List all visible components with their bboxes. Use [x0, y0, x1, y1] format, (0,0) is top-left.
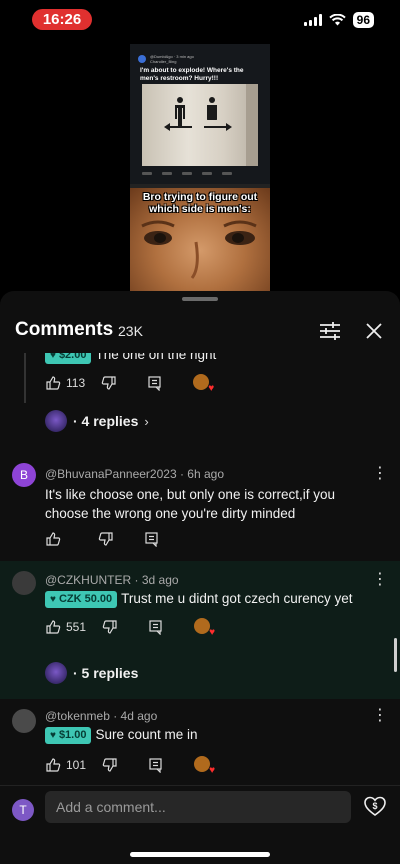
thumbs-up-icon: [46, 532, 61, 546]
svg-text:$: $: [372, 801, 377, 811]
cellular-signal-icon: [303, 14, 322, 26]
battery-indicator: 96: [352, 12, 374, 28]
creator-heart: ♥: [193, 374, 214, 394]
thumbs-down-icon: [102, 758, 117, 772]
thumbs-down-icon: [98, 532, 113, 546]
comment-meta: @CZKHUNTER · 3d ago: [45, 573, 179, 587]
dislike-button[interactable]: [101, 375, 117, 391]
meme-caption: Bro trying to figure out which side is m…: [142, 191, 258, 215]
status-icons: 96: [303, 12, 374, 28]
heart-dollar-icon: $: [364, 796, 386, 816]
comment-actions: 101 ♥: [45, 755, 215, 776]
avatar[interactable]: [12, 571, 36, 595]
reply-icon: [148, 376, 161, 391]
comment-meta: @tokenmeb · 4d ago: [45, 709, 158, 723]
reply-button[interactable]: [147, 375, 163, 391]
tweet-text: I'm about to explode! Where's the men's …: [140, 67, 244, 82]
comment-input[interactable]: [45, 791, 351, 823]
tweet-user: Chandler_Bing: [150, 59, 177, 64]
more-options-icon[interactable]: ⋮: [372, 707, 388, 725]
reply-avatar: [45, 662, 67, 684]
thumbs-down-icon: [102, 620, 117, 634]
status-bar: 16:26 96: [0, 0, 400, 40]
like-count: 551: [66, 620, 87, 634]
comment-composer: T $: [0, 785, 400, 840]
comments-sheet: Comments 23K ♥$2.00The one on the righ: [0, 291, 400, 864]
like-count: 101: [66, 758, 87, 772]
avatar[interactable]: B: [12, 463, 36, 487]
dislike-button[interactable]: [102, 619, 118, 635]
filter-button[interactable]: [316, 317, 344, 345]
thumbs-down-icon: [101, 376, 116, 390]
reply-icon: [149, 758, 162, 773]
sliders-icon: [320, 322, 340, 340]
comments-list[interactable]: ♥ $2.00 The one on the right 113 ♥ · 4 r…: [0, 353, 400, 785]
comment-body: ♥ CZK 50.00 Trust me u didnt got czech cur…: [45, 589, 355, 608]
replies-label: · 5 replies: [73, 665, 139, 681]
comment-body: ♥ $2.00 The one on the right: [45, 353, 355, 364]
scrollbar[interactable]: [394, 638, 397, 672]
thumbs-up-icon: [46, 376, 61, 390]
close-icon: [366, 323, 382, 339]
comments-header: Comments 23K: [0, 311, 400, 351]
dislike-button[interactable]: [98, 531, 114, 547]
like-button[interactable]: 551: [45, 619, 86, 635]
replies-label: · 4 replies: [73, 413, 139, 429]
comment-body: ♥ $1.00 Sure count me in: [45, 725, 355, 744]
avatar[interactable]: [12, 709, 36, 733]
thumbs-up-icon: [46, 620, 61, 634]
comment-text: Sure count me in: [95, 727, 198, 742]
comment-actions: 113 ♥: [45, 373, 214, 394]
chevron-right-icon: ›: [144, 413, 149, 429]
like-count: 113: [66, 376, 86, 390]
comment-meta: @BhuvanaPanneer2023 · 6h ago: [45, 467, 224, 481]
reply-button[interactable]: [148, 757, 164, 773]
tweet-screenshot: @DumbAlgo · 3 min ago Chandler_Bing I'm …: [130, 44, 270, 184]
comment-item-highlighted: @CZKHUNTER · 3d ago ⋮ ♥ CZK 50.00 Trust me…: [0, 561, 400, 699]
comment-text: The one on the right: [95, 353, 217, 362]
super-thanks-badge: ♥ $2.00: [45, 353, 92, 364]
tweet-header: @DumbAlgo · 3 min ago Chandler_Bing: [138, 54, 194, 64]
tweet-avatar: [138, 55, 146, 63]
like-button[interactable]: 101: [45, 757, 86, 773]
view-replies-button[interactable]: · 5 replies: [45, 661, 138, 685]
comment-text: It's like choose one, but only one is co…: [45, 487, 335, 521]
comment-text: Trust me u didnt got czech curency yet: [121, 591, 353, 606]
view-replies-button[interactable]: · 4 replies ›: [45, 409, 149, 433]
reply-icon: [149, 620, 162, 635]
comment-item: B @BhuvanaPanneer2023 · 6h ago ⋮ It's li…: [0, 457, 400, 557]
close-button[interactable]: [360, 317, 388, 345]
super-thanks-button[interactable]: $: [363, 794, 387, 818]
comments-count: 23K: [118, 323, 143, 339]
like-button[interactable]: 113: [45, 375, 85, 391]
creator-heart: ♥: [194, 618, 215, 638]
reply-icon: [145, 532, 158, 547]
comment-actions: [45, 529, 160, 549]
my-avatar: T: [12, 799, 34, 821]
home-indicator: [130, 852, 270, 857]
more-options-icon[interactable]: ⋮: [372, 465, 388, 483]
restroom-sign-image: [142, 84, 258, 166]
reply-avatar: [45, 410, 67, 432]
reply-button[interactable]: [148, 619, 164, 635]
tweet-actions: [142, 172, 258, 178]
status-time: 16:26: [32, 9, 92, 30]
comment-item: ♥ $2.00 The one on the right 113 ♥ · 4 r…: [0, 353, 400, 455]
comment-item: @tokenmeb · 4d ago ⋮ ♥ $1.00 Sure count me…: [0, 703, 400, 785]
reply-button[interactable]: [144, 531, 160, 547]
video-player[interactable]: @DumbAlgo · 3 min ago Chandler_Bing I'm …: [130, 44, 270, 292]
more-options-icon[interactable]: ⋮: [372, 571, 388, 589]
comment-actions: 551 ♥: [45, 617, 215, 638]
creator-heart: ♥: [194, 756, 215, 776]
comment-input-wrapper: [45, 791, 351, 823]
like-button[interactable]: [45, 531, 61, 547]
wifi-icon: [328, 14, 346, 26]
thumbs-up-icon: [46, 758, 61, 772]
comments-title: Comments: [15, 319, 114, 340]
super-thanks-badge: ♥ $1.00: [45, 727, 92, 744]
super-thanks-badge: ♥ CZK 50.00: [45, 591, 118, 608]
dislike-button[interactable]: [102, 757, 118, 773]
drag-handle[interactable]: [182, 297, 218, 301]
